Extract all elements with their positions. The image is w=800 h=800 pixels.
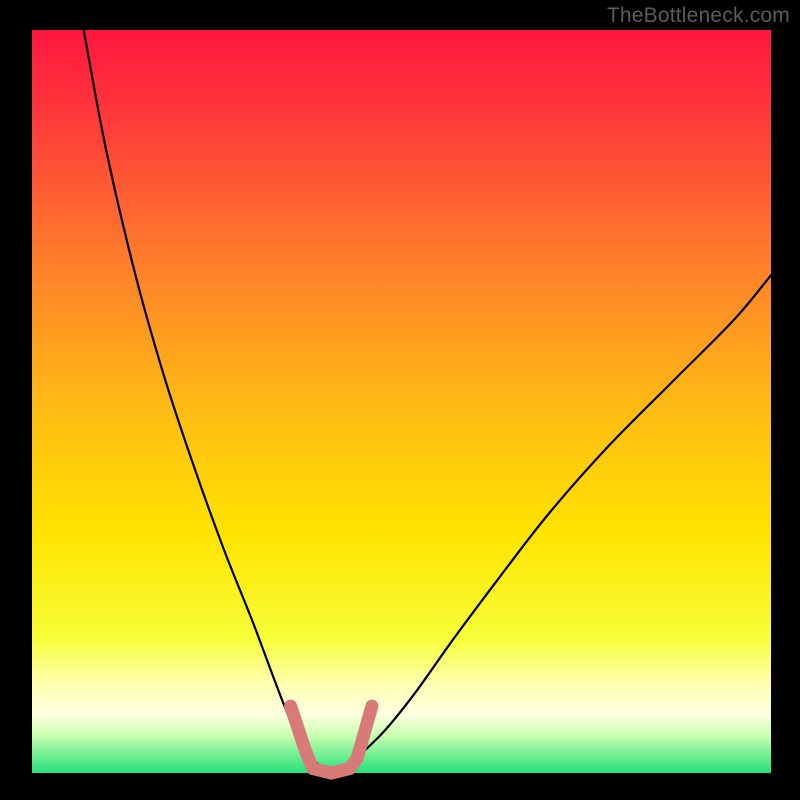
watermark-text: TheBottleneck.com [607, 4, 790, 28]
plot-background [32, 30, 771, 773]
chart-svg [0, 0, 800, 800]
chart-frame: TheBottleneck.com [0, 0, 800, 800]
